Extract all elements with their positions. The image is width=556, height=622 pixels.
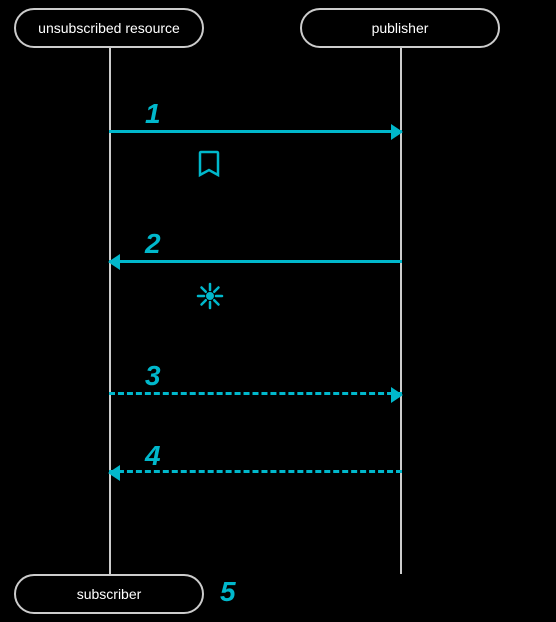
step2-label: 2: [145, 228, 161, 260]
asterisk-icon: [196, 282, 224, 317]
bookmark-icon: [198, 150, 220, 184]
unsubscribed-label: unsubscribed resource: [38, 20, 180, 36]
step3-label: 3: [145, 360, 161, 392]
arrow2-solid-left: [109, 260, 402, 263]
subscriber-label: subscriber: [77, 586, 142, 602]
arrow4-dashed-left: [109, 470, 402, 473]
publisher-label: publisher: [372, 20, 429, 36]
arrow1-solid-right: [109, 130, 402, 133]
diagram: unsubscribed resource publisher subscrib…: [0, 0, 556, 622]
left-lifeline: [109, 48, 111, 574]
unsubscribed-resource-box: unsubscribed resource: [14, 8, 204, 48]
step1-label: 1: [145, 98, 161, 130]
publisher-box: publisher: [300, 8, 500, 48]
arrow3-dashed-right: [109, 392, 402, 395]
subscriber-box: subscriber: [14, 574, 204, 614]
step4-label: 4: [145, 440, 161, 472]
step5-label: 5: [220, 576, 236, 608]
